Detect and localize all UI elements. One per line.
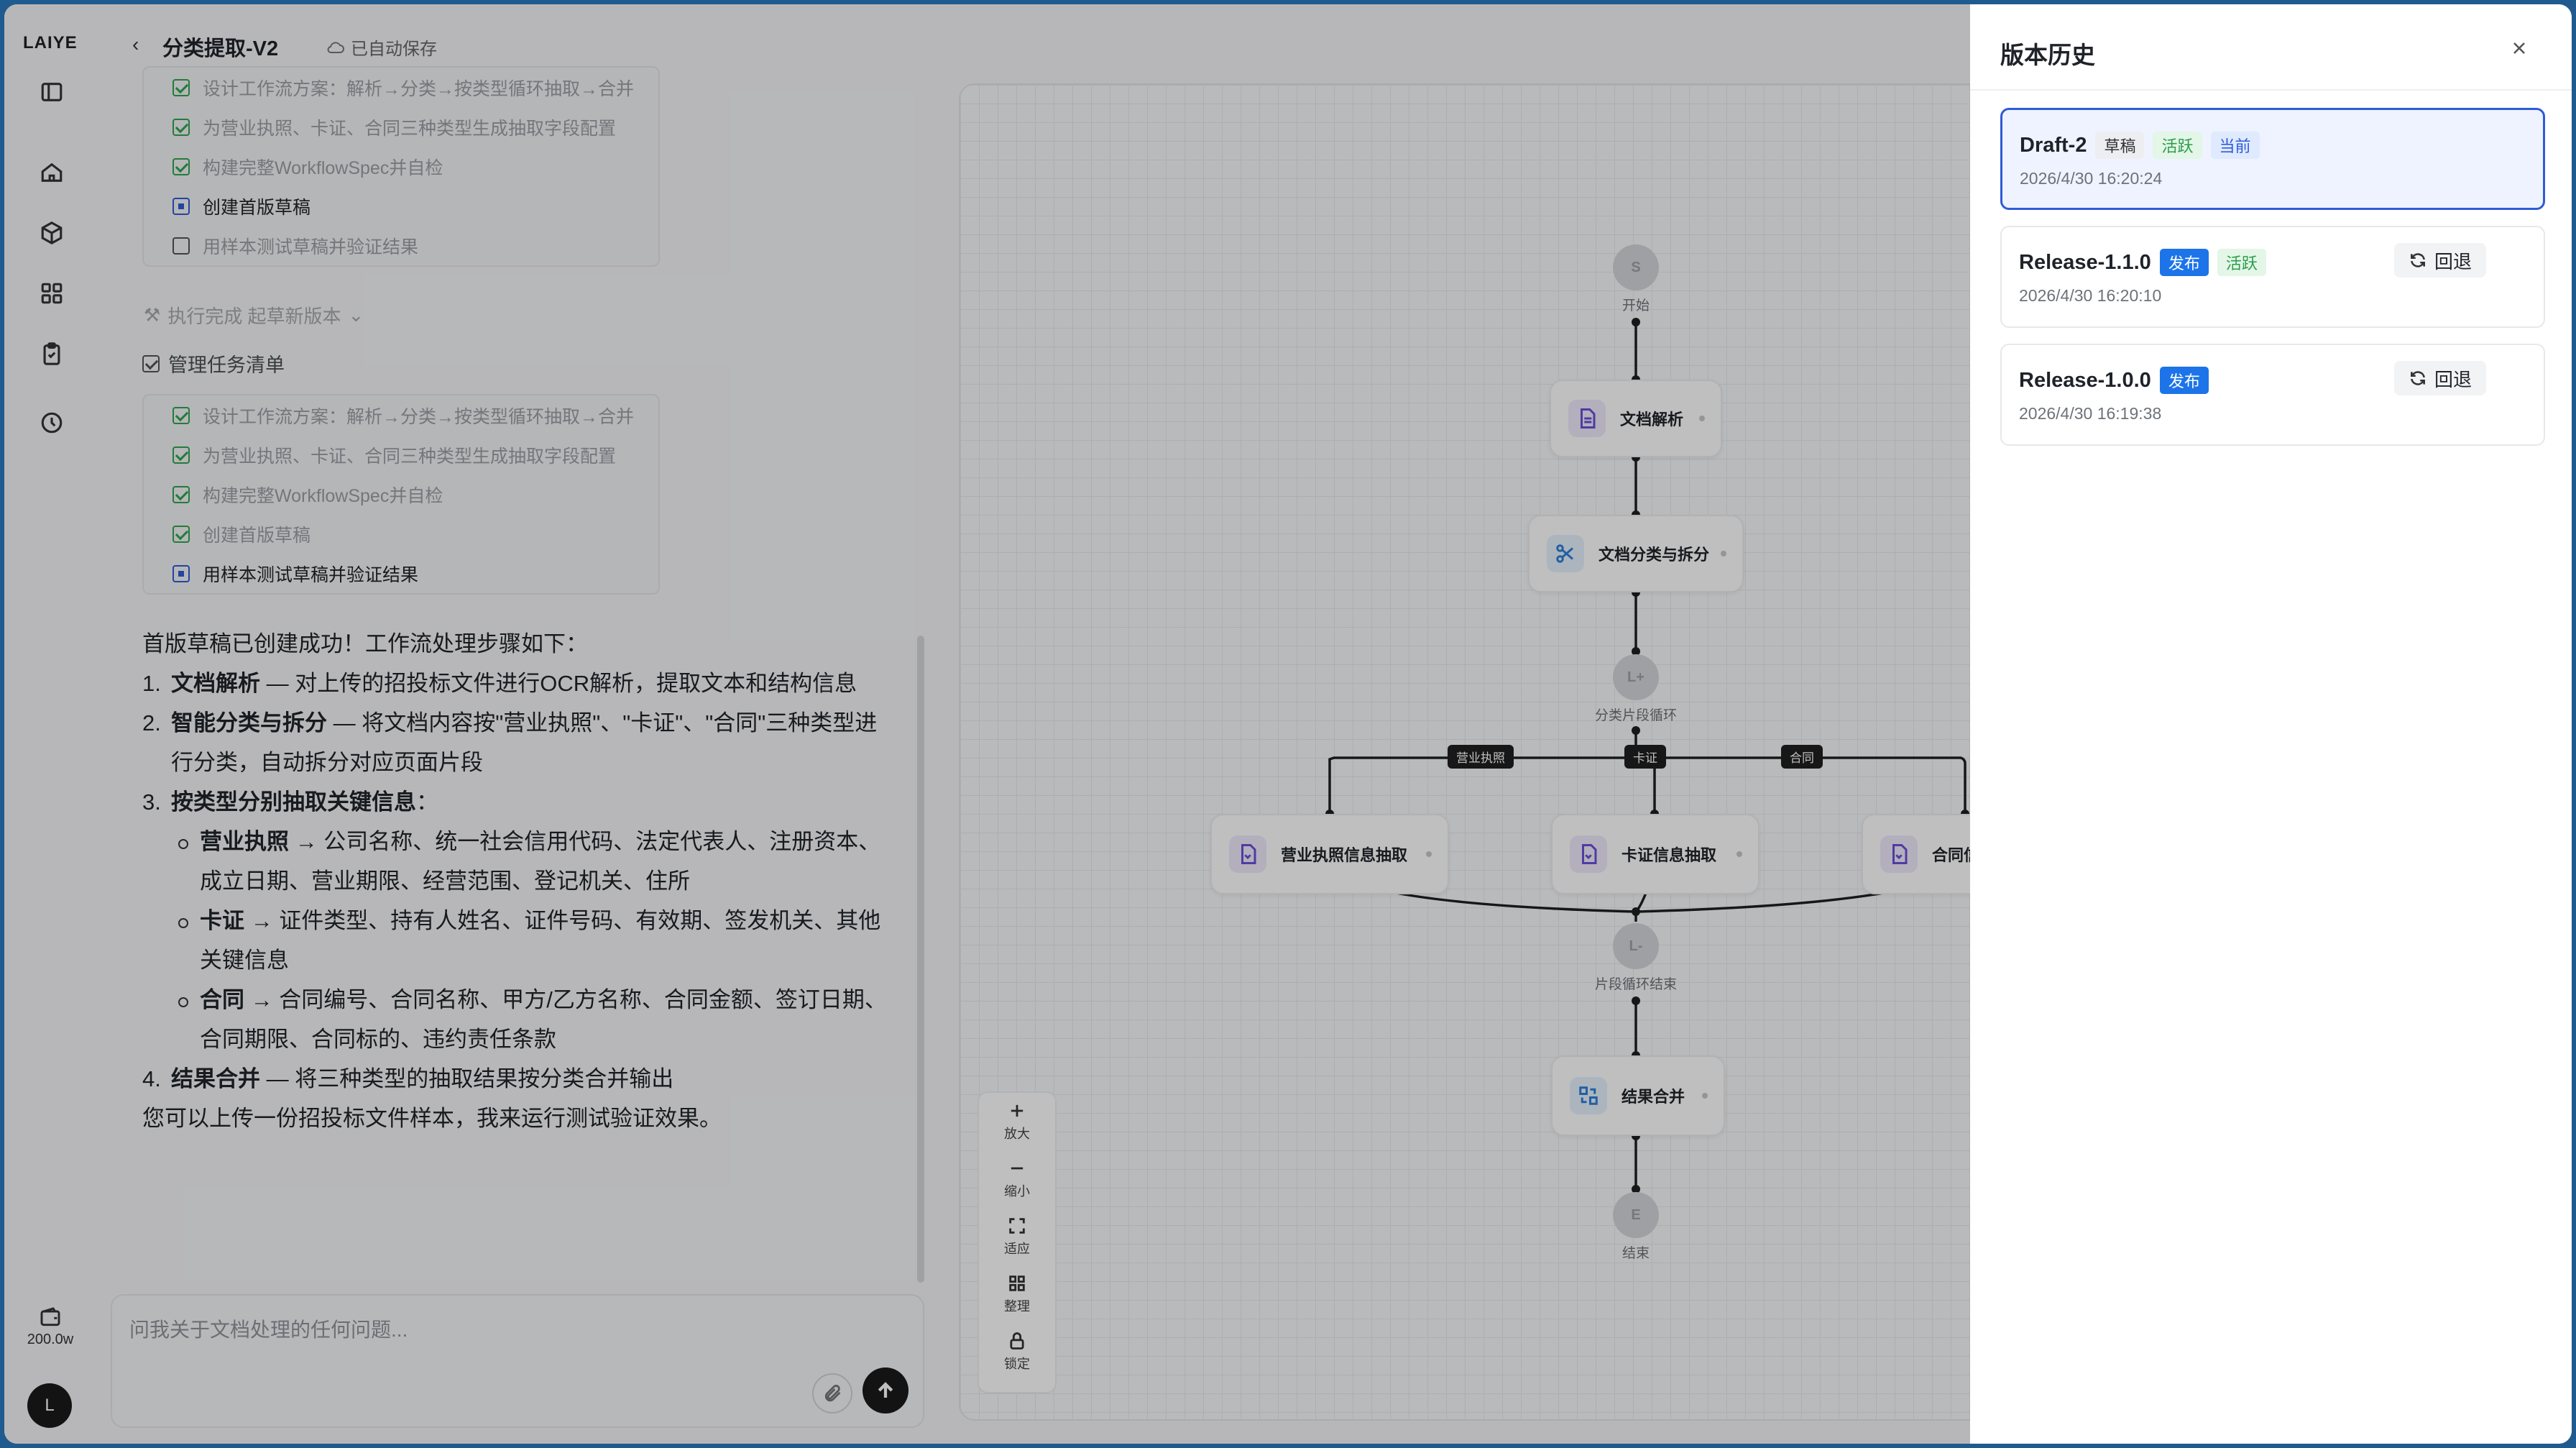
draft-badge: 草稿 bbox=[2095, 132, 2145, 159]
version-time: 2026/4/30 16:20:24 bbox=[2020, 169, 2163, 188]
refresh-icon bbox=[2411, 371, 2425, 385]
rollback-button[interactable]: 回退 bbox=[2393, 243, 2486, 278]
release-badge: 发布 bbox=[2159, 249, 2209, 276]
version-time: 2026/4/30 16:19:38 bbox=[2019, 404, 2162, 423]
version-card-draft-2[interactable]: Draft-2 草稿 活跃 当前 2026/4/30 16:20:24 bbox=[2000, 108, 2545, 210]
rollback-button[interactable]: 回退 bbox=[2393, 361, 2486, 395]
version-card-release-1-1-0[interactable]: Release-1.1.0 发布 活跃 2026/4/30 16:20:10 回… bbox=[2000, 226, 2545, 328]
current-badge: 当前 bbox=[2210, 132, 2260, 159]
close-icon[interactable] bbox=[2508, 37, 2530, 59]
version-card-release-1-0-0[interactable]: Release-1.0.0 发布 2026/4/30 16:19:38 回退 bbox=[2000, 344, 2545, 446]
version-time: 2026/4/30 16:20:10 bbox=[2019, 286, 2162, 305]
version-name: Release-1.0.0 bbox=[2019, 368, 2151, 392]
divider bbox=[1970, 89, 2572, 91]
modal-backdrop[interactable] bbox=[4, 4, 1970, 1444]
app-window: LAIYE 200.0w L ‹ 分类提取-V2 已自动保存 设计工作流方案：解… bbox=[4, 4, 2572, 1444]
version-history-drawer: 版本历史 Draft-2 草稿 活跃 当前 2026/4/30 16:20:24… bbox=[1970, 4, 2572, 1444]
release-badge: 发布 bbox=[2159, 367, 2209, 394]
version-name: Draft-2 bbox=[2020, 133, 2087, 157]
active-badge: 活跃 bbox=[2217, 249, 2266, 276]
active-badge: 活跃 bbox=[2153, 132, 2202, 159]
version-name: Release-1.1.0 bbox=[2019, 250, 2151, 274]
drawer-title: 版本历史 bbox=[2000, 42, 2095, 68]
refresh-icon bbox=[2411, 253, 2425, 267]
